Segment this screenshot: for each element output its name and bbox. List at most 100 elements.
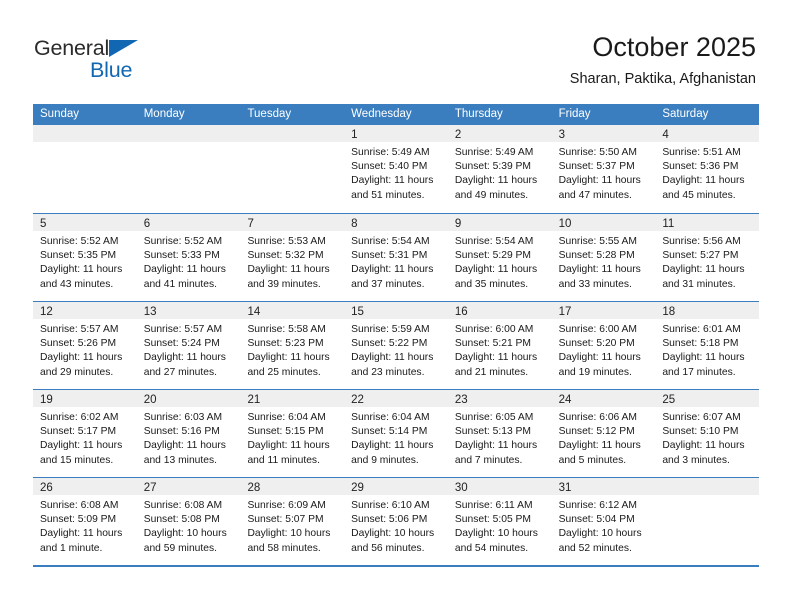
day-info: Sunrise: 6:00 AM Sunset: 5:20 PM Daylight:…: [552, 319, 656, 380]
day-number: 8: [351, 218, 358, 230]
calendar-weeks: 1 Sunrise: 5:49 AM Sunset: 5:40 PM Daylight…: [33, 125, 760, 565]
daylight-text-line2: and 25 minutes.: [247, 366, 321, 378]
daylight-text-line2: and 45 minutes.: [662, 189, 736, 201]
day-number-band: 5: [33, 214, 137, 231]
day-number-band: 17: [551, 302, 656, 319]
calendar-day-cell[interactable]: 18 Sunrise: 6:01 AM Sunset: 5:18 PM Dayligh…: [655, 302, 760, 389]
day-number: 15: [351, 306, 364, 318]
sunset-text: Sunset: 5:24 PM: [143, 338, 220, 350]
daylight-text-line2: and 17 minutes.: [662, 366, 736, 378]
calendar-day-cell[interactable]: 26 Sunrise: 6:08 AM Sunset: 5:09 PM Dayligh…: [33, 478, 137, 565]
weekday-header-monday: Monday: [143, 108, 185, 120]
daylight-text-line1: Daylight: 11 hours: [558, 264, 641, 276]
daylight-text-line2: and 49 minutes.: [454, 189, 529, 201]
daylight-text-line1: Daylight: 11 hours: [558, 175, 641, 187]
weekday-header-wednesday: Wednesday: [351, 108, 412, 120]
sunset-text: Sunset: 5:40 PM: [351, 161, 428, 173]
calendar-day-cell[interactable]: 3 Sunrise: 5:50 AM Sunset: 5:37 PM Daylight…: [551, 125, 656, 213]
calendar-day-cell[interactable]: 25 Sunrise: 6:07 AM Sunset: 5:10 PM Dayligh…: [655, 390, 760, 477]
daylight-text-line1: Daylight: 11 hours: [351, 440, 434, 452]
day-number-band: 22: [344, 390, 448, 407]
daylight-text-line2: and 56 minutes.: [351, 542, 425, 554]
daylight-text-line1: Daylight: 10 hours: [351, 528, 435, 540]
calendar-day-cell-empty: [240, 125, 345, 213]
sunrise-text: Sunrise: 6:10 AM: [351, 500, 430, 511]
calendar-day-cell[interactable]: 27 Sunrise: 6:08 AM Sunset: 5:08 PM Dayligh…: [136, 478, 241, 565]
calendar-day-cell[interactable]: 24 Sunrise: 6:06 AM Sunset: 5:12 PM Dayligh…: [551, 390, 656, 477]
sunrise-text: Sunrise: 6:04 AM: [247, 412, 326, 423]
daylight-text-line2: and 47 minutes.: [558, 189, 632, 201]
day-number-band: 28: [240, 478, 345, 495]
sunrise-text: Sunrise: 6:07 AM: [662, 412, 741, 423]
page-header: General Blue October 2025 Sharan, Paktik…: [0, 0, 792, 104]
day-number: 31: [558, 482, 572, 494]
calendar-day-cell[interactable]: 23 Sunrise: 6:05 AM Sunset: 5:13 PM Dayligh…: [447, 390, 552, 477]
daylight-text-line2: and 19 minutes.: [558, 366, 632, 378]
calendar-day-cell[interactable]: 20 Sunrise: 6:03 AM Sunset: 5:16 PM Dayligh…: [136, 390, 241, 477]
calendar-day-cell[interactable]: 1 Sunrise: 5:49 AM Sunset: 5:40 PM Daylight…: [344, 125, 448, 213]
day-info: Sunrise: 5:55 AM Sunset: 5:28 PM Daylight:…: [552, 231, 656, 292]
logo-word-blue: Blue: [90, 58, 133, 82]
calendar-day-cell[interactable]: 30 Sunrise: 6:11 AM Sunset: 5:05 PM Dayligh…: [447, 478, 552, 565]
daylight-text-line2: and 3 minutes.: [662, 454, 730, 466]
calendar-day-cell[interactable]: 2 Sunrise: 5:49 AM Sunset: 5:39 PM Daylight…: [447, 125, 552, 213]
day-number: 28: [247, 482, 261, 494]
calendar-day-cell[interactable]: 4 Sunrise: 5:51 AM Sunset: 5:36 PM Daylight…: [655, 125, 760, 213]
day-number-band: 24: [551, 390, 656, 407]
daylight-text-line2: and 23 minutes.: [351, 366, 425, 378]
calendar-day-cell[interactable]: 16 Sunrise: 6:00 AM Sunset: 5:21 PM Dayligh…: [447, 302, 552, 389]
weekday-header-row: Sunday Monday Tuesday Wednesday Thursday…: [33, 104, 759, 125]
calendar-day-cell[interactable]: 17 Sunrise: 6:00 AM Sunset: 5:20 PM Dayligh…: [551, 302, 656, 389]
calendar-day-cell[interactable]: 9 Sunrise: 5:54 AM Sunset: 5:29 PM Daylight…: [447, 214, 552, 301]
calendar-day-cell[interactable]: 31 Sunrise: 6:12 AM Sunset: 5:04 PM Dayligh…: [551, 478, 656, 565]
day-number-band: 16: [447, 302, 552, 319]
day-info: Sunrise: 5:49 AM Sunset: 5:40 PM Daylight:…: [344, 142, 448, 203]
daylight-text-line1: Daylight: 11 hours: [40, 352, 123, 364]
calendar-day-cell[interactable]: 7 Sunrise: 5:53 AM Sunset: 5:32 PM Daylight…: [240, 214, 345, 301]
calendar-day-cell[interactable]: 5 Sunrise: 5:52 AM Sunset: 5:35 PM Daylight…: [33, 214, 137, 301]
day-number-band: 19: [33, 390, 137, 407]
calendar-day-cell[interactable]: 12 Sunrise: 5:57 AM Sunset: 5:26 PM Dayligh…: [33, 302, 137, 389]
calendar-day-cell[interactable]: 29 Sunrise: 6:10 AM Sunset: 5:06 PM Dayligh…: [344, 478, 448, 565]
day-info: Sunrise: 5:51 AM Sunset: 5:36 PM Daylight:…: [655, 142, 759, 203]
sunrise-text: Sunrise: 5:57 AM: [40, 324, 119, 335]
calendar-day-cell[interactable]: 14 Sunrise: 5:58 AM Sunset: 5:23 PM Dayligh…: [240, 302, 345, 389]
daylight-text-line1: Daylight: 11 hours: [558, 352, 641, 364]
sunset-text: Sunset: 5:13 PM: [454, 426, 532, 438]
day-info: Sunrise: 6:00 AM Sunset: 5:21 PM Daylight:…: [448, 319, 552, 380]
calendar-day-cell[interactable]: 13 Sunrise: 5:57 AM Sunset: 5:24 PM Dayligh…: [136, 302, 241, 389]
sunrise-text: Sunrise: 5:54 AM: [454, 236, 534, 247]
calendar-page: General Blue October 2025 Sharan, Paktik…: [0, 0, 792, 612]
calendar-week-row: 19 Sunrise: 6:02 AM Sunset: 5:17 PM Dayligh…: [33, 389, 760, 477]
calendar-day-cell[interactable]: 6 Sunrise: 5:52 AM Sunset: 5:33 PM Daylight…: [136, 214, 241, 301]
calendar-day-cell[interactable]: 19 Sunrise: 6:02 AM Sunset: 5:17 PM Dayligh…: [33, 390, 137, 477]
sunrise-text: Sunrise: 6:03 AM: [143, 412, 223, 423]
calendar-day-cell[interactable]: 15 Sunrise: 5:59 AM Sunset: 5:22 PM Dayligh…: [344, 302, 448, 389]
calendar-day-cell[interactable]: 22 Sunrise: 6:04 AM Sunset: 5:14 PM Dayligh…: [344, 390, 448, 477]
daylight-text-line2: and 21 minutes.: [454, 366, 529, 378]
day-number-band: 14: [240, 302, 345, 319]
daylight-text-line2: and 33 minutes.: [558, 278, 632, 290]
day-info: Sunrise: 5:54 AM Sunset: 5:29 PM Daylight:…: [448, 231, 552, 292]
day-number-band: 7: [240, 214, 345, 231]
calendar-day-cell[interactable]: 10 Sunrise: 5:55 AM Sunset: 5:28 PM Dayligh…: [551, 214, 656, 301]
daylight-text-line1: Daylight: 11 hours: [351, 264, 434, 276]
daylight-text-line1: Daylight: 11 hours: [454, 175, 538, 187]
day-number: 14: [247, 306, 261, 318]
day-info: Sunrise: 6:07 AM Sunset: 5:10 PM Daylight:…: [655, 407, 759, 468]
calendar-day-cell[interactable]: 21 Sunrise: 6:04 AM Sunset: 5:15 PM Dayligh…: [240, 390, 345, 477]
calendar-day-cell[interactable]: 8 Sunrise: 5:54 AM Sunset: 5:31 PM Daylight…: [344, 214, 448, 301]
day-number: 20: [143, 394, 157, 406]
calendar-day-cell[interactable]: 11 Sunrise: 5:56 AM Sunset: 5:27 PM Dayligh…: [655, 214, 760, 301]
sunset-text: Sunset: 5:21 PM: [454, 338, 532, 350]
calendar-day-cell[interactable]: 28 Sunrise: 6:09 AM Sunset: 5:07 PM Dayligh…: [240, 478, 345, 565]
day-number-band: 31: [551, 478, 656, 495]
calendar-week-row: 5 Sunrise: 5:52 AM Sunset: 5:35 PM Daylight…: [33, 213, 760, 301]
weekday-header-saturday: Saturday: [662, 108, 709, 120]
sunset-text: Sunset: 5:26 PM: [40, 338, 117, 350]
day-info: Sunrise: 5:49 AM Sunset: 5:39 PM Daylight:…: [448, 142, 552, 203]
sunrise-text: Sunrise: 6:11 AM: [454, 500, 533, 511]
calendar-bottom-rule: [33, 565, 759, 567]
daylight-text-line2: and 1 minute.: [40, 542, 103, 554]
daylight-text-line1: Daylight: 11 hours: [247, 264, 330, 276]
